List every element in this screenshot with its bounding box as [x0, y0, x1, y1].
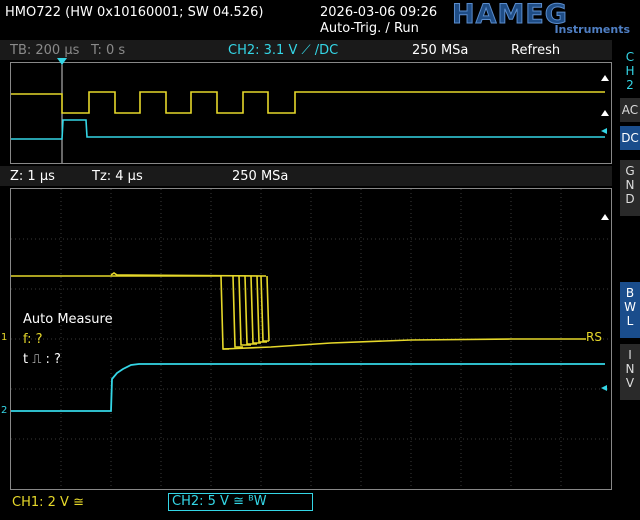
zoom-label[interactable]: Z: 1 µs: [10, 169, 55, 184]
main-display[interactable]: Auto Measure f: ? t ⎍ : ? RS: [10, 188, 612, 490]
ch1-level-marker[interactable]: 1: [1, 330, 7, 345]
overview-waveforms: [11, 63, 609, 163]
main-ch2-trace: [11, 363, 605, 412]
coupling-dc-button[interactable]: DC: [620, 126, 640, 150]
brand-logo: HAMEG Instruments: [452, 0, 630, 36]
overview-up-arrow-icon-2: [601, 110, 609, 116]
bandwidth-limit-button[interactable]: B W L: [620, 282, 640, 338]
main-ch2-level-icon: [601, 385, 607, 391]
main-waveforms: [11, 189, 611, 489]
zoom-bar: Z: 1 µs Tz: 4 µs 250 MSa: [0, 166, 612, 186]
channel-tab[interactable]: C H 2: [620, 50, 640, 92]
sample-rate-label: 250 MSa: [412, 43, 469, 58]
trigger-position-icon[interactable]: [56, 57, 68, 67]
main-ch1-trace: [11, 272, 586, 350]
channel-menu: C H 2 AC DC G N D B W L I N V: [614, 40, 640, 520]
trigger-state: Auto-Trig. / Run: [320, 21, 419, 36]
channel-setting-label[interactable]: CH2: 3.1 V ⟋ /DC: [228, 43, 338, 58]
invert-button[interactable]: I N V: [620, 344, 640, 400]
reference-marker-rs: RS: [586, 330, 602, 344]
acq-mode-label[interactable]: Refresh: [511, 43, 560, 58]
brand-name: HAMEG: [452, 0, 568, 31]
brand-sub: Instruments: [554, 23, 630, 36]
header-bar: HMO722 (HW 0x10160001; SW 04.526) 2026-0…: [0, 0, 640, 40]
datetime: 2026-03-06 09:26: [320, 5, 438, 20]
overview-display[interactable]: [10, 58, 612, 164]
coupling-ac-button[interactable]: AC: [620, 98, 640, 122]
channel-bar: CH1: 2 V ≅ CH2: 5 V ≅ ᴮW: [0, 490, 640, 520]
ch2-scale-label[interactable]: CH2: 5 V ≅ ᴮW: [168, 493, 313, 511]
overview-ch2-trace: [11, 119, 605, 140]
time-offset-label[interactable]: T: 0 s: [91, 43, 125, 58]
auto-measure-title[interactable]: Auto Measure: [23, 312, 113, 327]
coupling-gnd-button[interactable]: G N D: [620, 160, 640, 216]
measure-frequency: f: ?: [23, 332, 43, 347]
overview-ch2-level-icon: [601, 128, 607, 134]
main-up-arrow-icon: [601, 214, 609, 220]
device-info: HMO722 (HW 0x10160001; SW 04.526): [5, 5, 264, 20]
overview-up-arrow-icon: [601, 75, 609, 81]
measure-pulse-width: t ⎍ : ?: [23, 352, 61, 367]
zoom-offset-label[interactable]: Tz: 4 µs: [92, 169, 143, 184]
timebase-label[interactable]: TB: 200 µs: [10, 43, 79, 58]
ch1-scale-label[interactable]: CH1: 2 V ≅: [12, 495, 84, 510]
ch2-level-marker[interactable]: 2: [1, 403, 7, 418]
zoom-sample-rate: 250 MSa: [232, 169, 289, 184]
status-bar: TB: 200 µs T: 0 s CH2: 3.1 V ⟋ /DC 250 M…: [0, 40, 612, 60]
overview-ch1-trace: [11, 91, 605, 114]
